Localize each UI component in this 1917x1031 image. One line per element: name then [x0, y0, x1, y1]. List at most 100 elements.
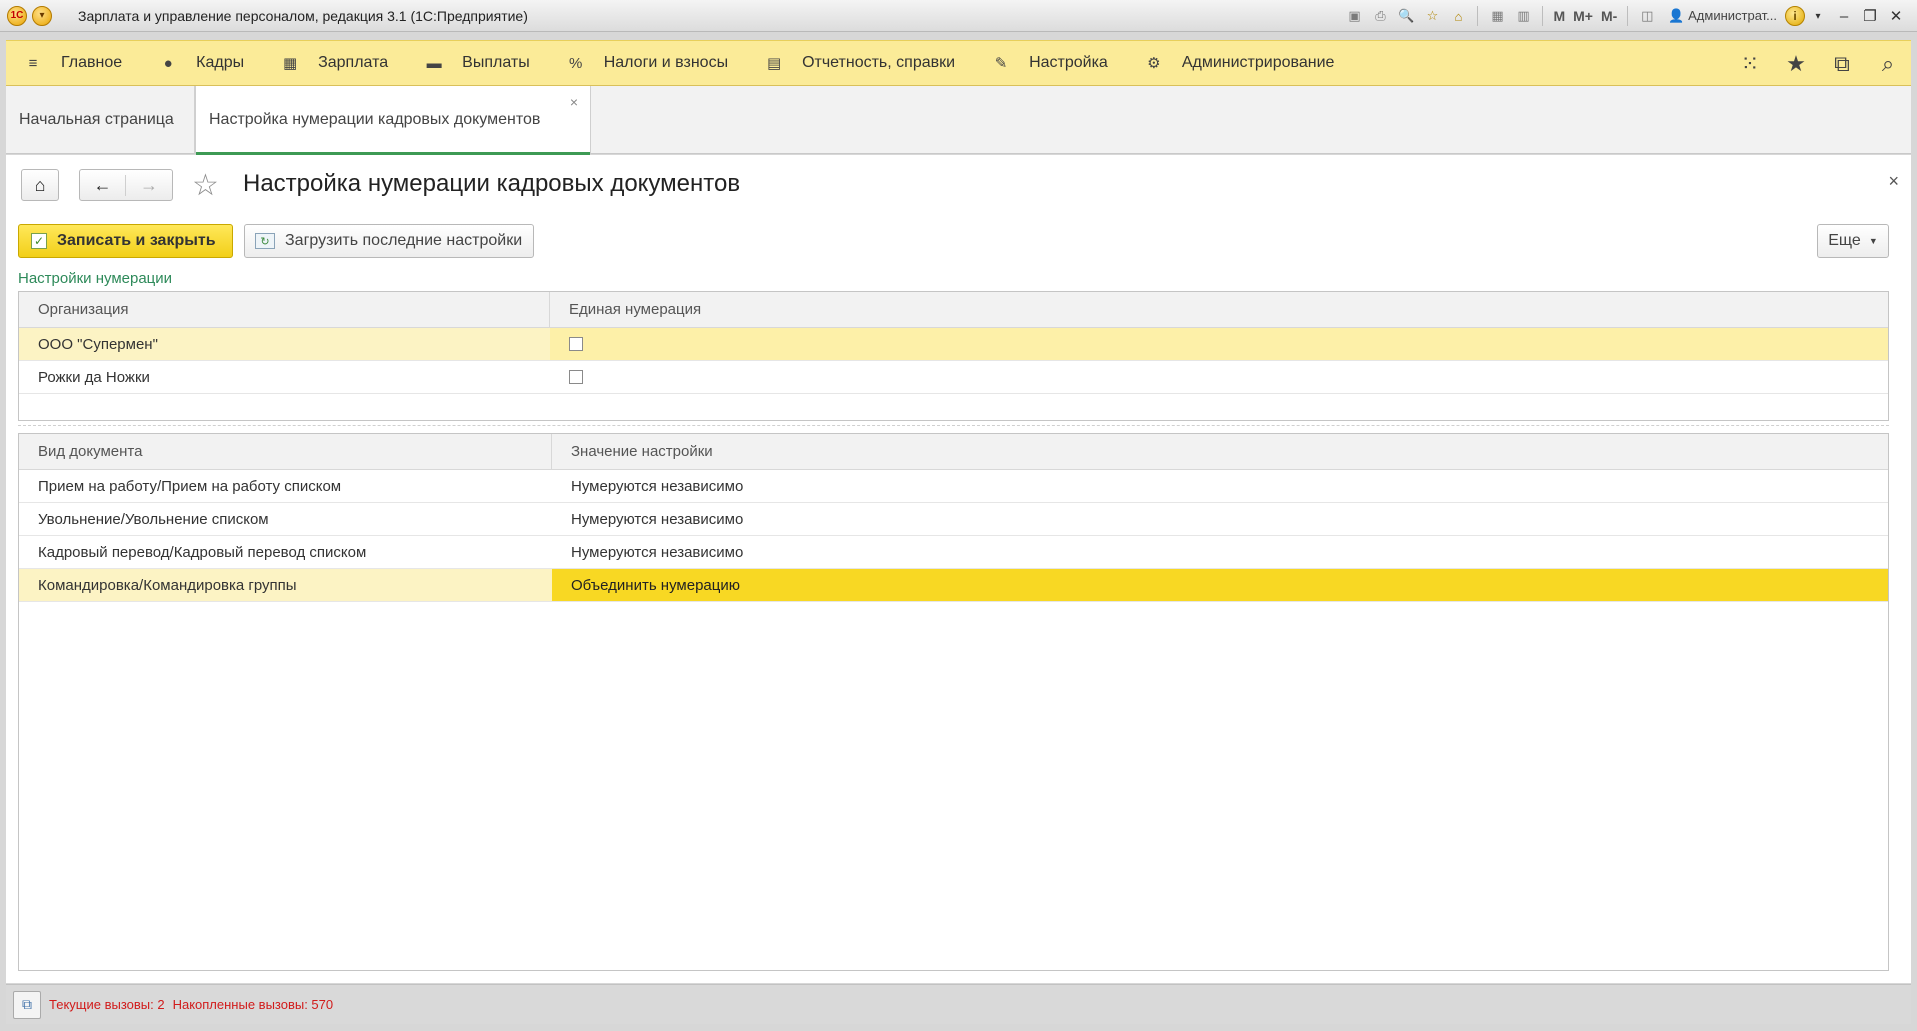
more-button[interactable]: Еще ▼ [1817, 224, 1889, 258]
section-kadry[interactable]: ● Кадры [141, 40, 263, 86]
toolbar-separator [1542, 6, 1544, 26]
doc-cell: Кадровый перевод/Кадровый перевод списко… [38, 543, 367, 561]
section-main[interactable]: ≡ Главное [6, 40, 141, 86]
table-row[interactable]: ООО "Супермен" [19, 328, 1888, 361]
sections-panel: ≡ Главное ● Кадры ▦ Зарплата ▬ Выплаты % Нало… [6, 40, 1911, 86]
close-tab-icon[interactable]: × [570, 94, 578, 110]
value-cell[interactable]: Нумеруются независимо [552, 503, 1888, 535]
performance-icon[interactable]: ⧉ [13, 990, 41, 1019]
column-header-unified[interactable]: Единая нумерация [550, 292, 1888, 327]
button-label: Записать и закрыть [57, 232, 216, 249]
memory-m-button[interactable]: M [1553, 8, 1565, 24]
form-area: ⌂ ← → ☆ Настройка нумерации кадровых док… [6, 155, 1911, 983]
doc-cell: Прием на работу/Прием на работу списком [38, 477, 342, 495]
search-icon[interactable]: ⌕ [1865, 51, 1911, 77]
table-row[interactable]: Кадровый перевод/Кадровый перевод списко… [19, 536, 1888, 569]
toolbar-separator [1477, 6, 1479, 26]
unified-checkbox[interactable] [569, 337, 583, 351]
minimize-button[interactable]: – [1831, 8, 1857, 25]
column-header-doc-type[interactable]: Вид документа [19, 434, 552, 469]
load-settings-icon: ↻ [255, 233, 275, 249]
window-title: Зарплата и управление персоналом, редакц… [78, 7, 528, 24]
section-label: Главное [61, 54, 123, 71]
save-icon[interactable]: ▣ [1343, 5, 1365, 27]
section-zarplata[interactable]: ▦ Зарплата [263, 40, 407, 86]
home-button[interactable]: ⌂ [21, 169, 59, 201]
load-last-settings-button[interactable]: ↻ Загрузить последние настройки [244, 224, 534, 258]
restore-button[interactable]: ❐ [1857, 7, 1883, 25]
column-header-organization[interactable]: Организация [19, 292, 550, 327]
tab-numbering-settings[interactable]: Настройка нумерации кадровых документов … [195, 86, 591, 155]
current-user[interactable]: 👤 Администрат... [1668, 8, 1777, 24]
section-label: Налоги и взносы [603, 54, 729, 71]
favorites-add-icon[interactable]: ☆ [1421, 5, 1443, 27]
percent-icon: % [569, 54, 583, 72]
group-title[interactable]: Настройки нумерации [18, 270, 172, 287]
org-cell: Рожки да Ножки [38, 368, 150, 386]
calculator-icon[interactable]: ▦ [1486, 5, 1508, 27]
value-cell[interactable]: Нумеруются независимо [552, 470, 1888, 502]
tab-home[interactable]: Начальная страница [6, 86, 195, 154]
chevron-down-icon: ▼ [1868, 236, 1878, 246]
window-titlebar: 1С ▾ Зарплата и управление персоналом, р… [0, 0, 1917, 32]
section-label: Зарплата [318, 54, 389, 71]
section-label: Кадры [196, 54, 245, 71]
current-calls: Текущие вызовы: 2 [49, 997, 165, 1012]
column-header-value[interactable]: Значение настройки [552, 434, 1888, 469]
main-menu-icon[interactable]: ▾ [32, 5, 52, 26]
all-functions-icon[interactable]: ⁙ [1727, 51, 1773, 77]
section-vyplaty[interactable]: ▬ Выплаты [407, 40, 549, 86]
back-arrow-icon[interactable]: ← [80, 174, 126, 196]
preview-icon[interactable]: 🔍 [1395, 5, 1417, 27]
unified-cell [550, 361, 1888, 393]
section-otchetnost[interactable]: ▤ Отчетность, справки [747, 40, 974, 86]
info-dropdown-icon[interactable]: ▾ [1805, 11, 1831, 22]
section-admin[interactable]: ⚙ Администрирование [1127, 40, 1354, 86]
panels-icon[interactable]: ◫ [1636, 5, 1658, 27]
history-nav: ← → [79, 169, 173, 201]
favorites-icon[interactable]: ★ [1773, 51, 1819, 77]
user-name: Администрат... [1688, 8, 1777, 23]
table-row[interactable]: Прием на работу/Прием на работу списком … [19, 470, 1888, 503]
section-nastroyka[interactable]: ✎ Настройка [974, 40, 1127, 86]
section-label: Администрирование [1181, 54, 1335, 71]
value-cell-selected[interactable]: Объединить нумерацию [552, 569, 1888, 601]
save-and-close-button[interactable]: ✓ Записать и закрыть [18, 224, 233, 258]
table-splitter[interactable] [18, 425, 1889, 426]
menu-icon: ≡ [28, 54, 38, 72]
table-header: Вид документа Значение настройки [19, 434, 1888, 470]
calendar-icon[interactable]: ▥ [1512, 5, 1534, 27]
button-label: Еще [1828, 232, 1861, 249]
home-icon: ⌂ [34, 174, 46, 195]
table-row[interactable]: Командировка/Командировка группы Объедин… [19, 569, 1888, 602]
memory-mminus-button[interactable]: M- [1601, 8, 1617, 24]
wallet-icon: ▬ [426, 54, 442, 72]
info-icon[interactable]: i [1785, 6, 1805, 26]
history-icon[interactable]: ⌂ [1447, 5, 1469, 27]
table-row[interactable]: Увольнение/Увольнение списком Нумеруются… [19, 503, 1888, 536]
unified-checkbox[interactable] [569, 370, 583, 384]
open-windows-bar: Начальная страница Настройка нумерации к… [6, 86, 1911, 155]
favorite-star-icon[interactable]: ☆ [192, 168, 219, 203]
tab-label: Настройка нумерации кадровых документов [209, 111, 541, 128]
value-cell[interactable]: Нумеруются независимо [552, 536, 1888, 568]
memory-mplus-button[interactable]: M+ [1573, 8, 1593, 24]
wrench-icon: ✎ [994, 55, 1008, 72]
print-icon[interactable]: ⎙ [1369, 5, 1391, 27]
table-row[interactable]: Рожки да Ножки [19, 361, 1888, 394]
close-window-button[interactable]: ✕ [1883, 7, 1909, 25]
titlebar-toolbar: ▣ ⎙ 🔍 ☆ ⌂ ▦ ▥ M M+ M- ◫ 👤 Администрат...… [1341, 0, 1917, 32]
unified-cell [550, 328, 1888, 360]
accumulated-calls: Накопленные вызовы: 570 [172, 997, 334, 1012]
doc-cell: Командировка/Командировка группы [38, 576, 297, 594]
forward-arrow-icon[interactable]: → [126, 175, 172, 196]
history-icon[interactable]: ⧉ [1819, 51, 1865, 77]
sections-tools: ⁙ ★ ⧉ ⌕ [1727, 41, 1911, 87]
calculator-icon: ▦ [283, 55, 298, 72]
section-nalogi[interactable]: % Налоги и взносы [549, 40, 747, 86]
form-title: Настройка нумерации кадровых документов [243, 170, 741, 197]
close-form-icon[interactable]: × [1888, 171, 1899, 192]
app-logo-icon[interactable]: 1С [7, 5, 27, 26]
doc-cell: Увольнение/Увольнение списком [38, 510, 269, 528]
section-label: Отчетность, справки [802, 54, 956, 71]
